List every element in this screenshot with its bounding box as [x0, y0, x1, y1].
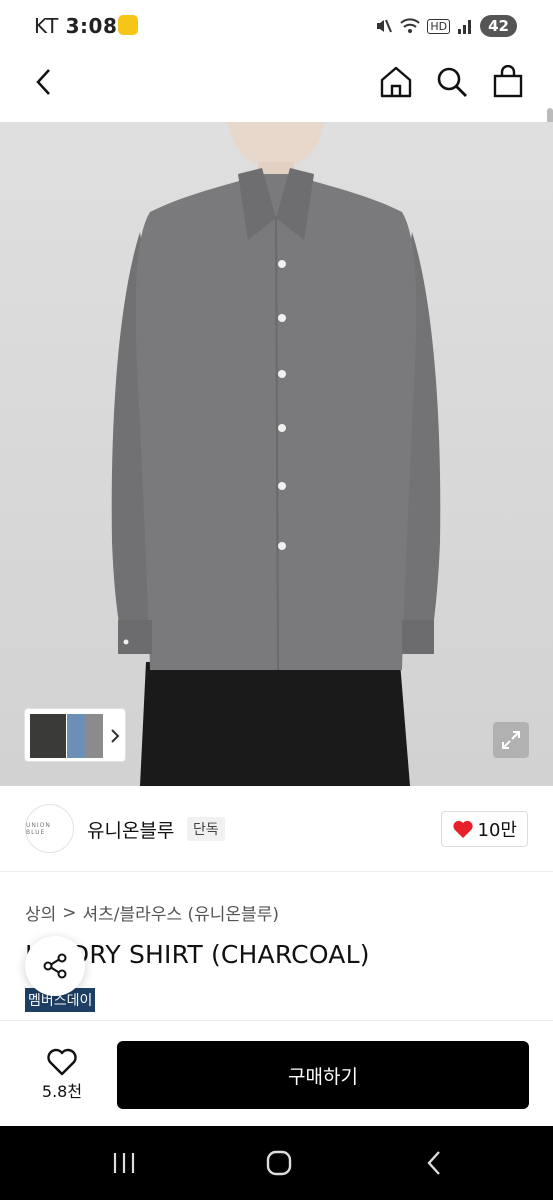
mute-icon [377, 19, 393, 33]
breadcrumb-category[interactable]: 상의 [25, 900, 56, 925]
purchase-action-bar: 5.8천 구매하기 [0, 1020, 553, 1126]
system-navigation-bar [0, 1126, 553, 1200]
home-icon [380, 66, 412, 98]
brand-name[interactable]: 유니온블루 [87, 816, 174, 843]
breadcrumb-separator: > [62, 902, 77, 923]
product-image[interactable] [0, 122, 553, 786]
expand-icon [502, 731, 520, 749]
wishlist-count: 5.8천 [41, 1082, 83, 1101]
back-chevron-icon [427, 1151, 440, 1175]
chevron-right-icon[interactable] [109, 728, 121, 744]
breadcrumb: 상의 > 셔츠/블라우스 (유니온블루) [25, 900, 279, 926]
breadcrumb-subcategory[interactable]: 셔츠/블라우스 (유니온블루) [83, 900, 279, 925]
wishlist-button[interactable]: 5.8천 [24, 1043, 100, 1107]
product-title-visible: NDRY SHIRT (CHARCOAL) [51, 940, 370, 969]
share-button[interactable] [25, 936, 85, 996]
back-arrow-icon [36, 69, 50, 95]
carrier-label: KT [34, 14, 59, 38]
cart-button[interactable] [486, 60, 530, 104]
status-carrier-time: KT 3:08 [34, 14, 117, 38]
thumbnail-3[interactable] [85, 714, 103, 758]
brand-row: UNION BLUE 유니온블루 단독 10만 [0, 786, 553, 872]
shopping-bag-icon [493, 65, 523, 98]
signal-icon [458, 20, 472, 34]
thumbnail-2[interactable] [67, 714, 85, 758]
status-icons: HD 42 [373, 14, 517, 38]
hd-label: HD [427, 18, 451, 34]
top-navigation [0, 52, 553, 164]
search-icon [437, 67, 467, 97]
brand-logo-text: UNION BLUE [26, 821, 51, 836]
home-circle-icon [266, 1150, 292, 1176]
status-bar: KT 3:08 HD 42 [0, 0, 553, 52]
wifi-icon [400, 18, 421, 33]
share-icon [43, 953, 67, 979]
home-system-button[interactable] [259, 1144, 299, 1182]
brand-like-count: 10만 [477, 820, 517, 841]
exclusive-badge: 단독 [187, 817, 225, 841]
expand-image-button[interactable] [493, 722, 529, 758]
home-button[interactable] [374, 60, 418, 104]
battery-indicator: 42 [480, 15, 517, 37]
search-button[interactable] [430, 60, 474, 104]
brand-logo[interactable]: UNION BLUE [25, 804, 74, 853]
thumbnail-1[interactable] [30, 714, 66, 758]
system-back-button[interactable] [414, 1144, 454, 1182]
notification-app-icon [118, 15, 138, 35]
clock: 3:08 [65, 14, 118, 38]
heart-outline-icon [47, 1048, 77, 1076]
buy-button[interactable]: 구매하기 [117, 1041, 529, 1109]
thumbnail-strip[interactable] [24, 708, 126, 762]
recent-apps-icon [113, 1153, 135, 1173]
model-photo [111, 122, 441, 786]
recent-apps-button[interactable] [104, 1144, 144, 1182]
heart-filled-icon [452, 820, 473, 838]
brand-like-button[interactable]: 10만 [440, 811, 528, 847]
back-button[interactable] [22, 60, 66, 104]
